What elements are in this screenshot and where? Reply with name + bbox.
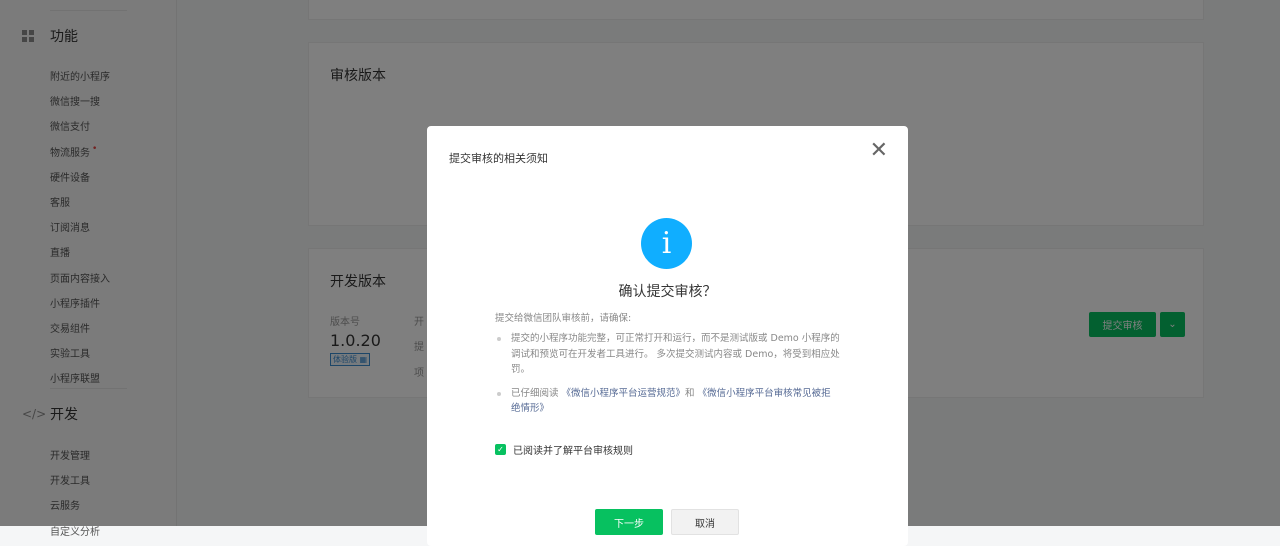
cancel-button[interactable]: 取消 (671, 509, 739, 535)
dialog-intro: 提交给微信团队审核前，请确保: (495, 313, 632, 324)
info-icon: i (641, 218, 692, 269)
next-button[interactable]: 下一步 (595, 509, 663, 535)
dialog-title: 提交审核的相关须知 (449, 152, 548, 165)
submit-review-dialog: 提交审核的相关须知 ✕ i 确认提交审核？ 提交给微信团队审核前，请确保: 提交… (427, 126, 908, 546)
list-item: 提交的小程序功能完整，可正常打开和运行，而不是测试版或 Demo 小程序的调试和… (495, 331, 840, 378)
close-icon[interactable]: ✕ (870, 140, 888, 162)
operation-rules-link[interactable]: 《微信小程序平台运营规范》 (562, 388, 686, 399)
checkmark-icon: ✓ (495, 444, 506, 455)
list-item: 已仔细阅读 《微信小程序平台运营规范》和 《微信小程序平台审核常见被拒绝情形》 (495, 386, 840, 417)
checkbox-label: 已阅读并了解平台审核规则 (513, 446, 633, 457)
dialog-heading: 确认提交审核？ (618, 284, 717, 300)
requirements-list: 提交的小程序功能完整，可正常打开和运行，而不是测试版或 Demo 小程序的调试和… (495, 331, 840, 425)
agree-checkbox[interactable]: ✓ 已阅读并了解平台审核规则 (495, 442, 633, 457)
